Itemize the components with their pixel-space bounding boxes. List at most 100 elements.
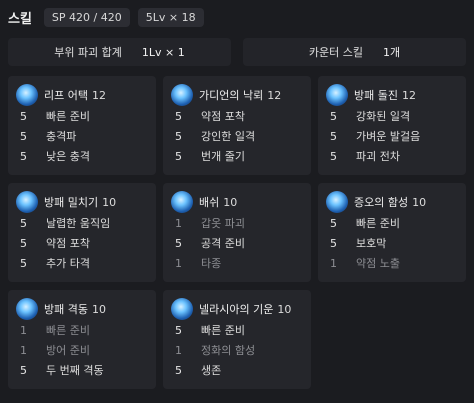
tripod-level: 5 <box>175 236 182 250</box>
tripod-name: 방어 준비 <box>46 344 90 357</box>
tripod-option: 5 약점 포착 <box>175 108 245 124</box>
skill-name-text: 리프 어택 <box>44 89 88 102</box>
skill-icon <box>16 84 38 106</box>
tripod-option: 1 약점 노출 <box>330 255 400 271</box>
skill-name: 넬라시아의 기운 10 <box>199 301 291 317</box>
tripod-level: 1 <box>175 256 182 270</box>
tripod-name: 타종 <box>201 257 222 270</box>
skill-level: 12 <box>267 89 282 102</box>
tripod-name: 낮은 충격 <box>46 150 90 163</box>
tripod-option: 5 공격 준비 <box>175 235 245 251</box>
skill-name-text: 배쉬 <box>199 196 220 209</box>
tripod-level: 5 <box>20 256 27 270</box>
tripod-level: 5 <box>20 129 27 143</box>
tripod-level: 5 <box>175 109 182 123</box>
tripod-name: 공격 준비 <box>201 237 245 250</box>
tripod-level: 1 <box>175 216 182 230</box>
skill-name-text: 방패 돌진 <box>354 89 398 102</box>
tripod-name: 빠른 준비 <box>46 110 90 123</box>
tripod-option: 5 충격파 <box>20 128 76 144</box>
tripod-level: 5 <box>175 323 182 337</box>
tripod-option: 5 빠른 준비 <box>175 322 245 338</box>
tripod-name: 날렵한 움직임 <box>46 217 111 230</box>
tripod-level: 1 <box>330 256 337 270</box>
skill-icon <box>326 191 348 213</box>
tripod-option: 1 방어 준비 <box>20 342 90 358</box>
skill-icon <box>16 298 38 320</box>
skill-name: 가디언의 낙뢰 12 <box>199 87 281 103</box>
tripod-name: 빠른 준비 <box>201 324 245 337</box>
skill-level: 12 <box>401 89 416 102</box>
tripod-name: 생존 <box>201 364 222 377</box>
skill-card[interactable]: 증오의 함성 10 5 빠른 준비 5 보호막 1 약점 노출 <box>318 183 466 282</box>
counter-skill-summary: 카운터 스킬 1개 <box>243 38 466 66</box>
skill-card[interactable]: 리프 어택 12 5 빠른 준비 5 충격파 5 낮은 충격 <box>8 76 156 175</box>
skill-name: 방패 돌진 12 <box>354 87 416 103</box>
tripod-name: 보호막 <box>356 237 387 250</box>
part-break-label: 부위 파괴 합계 <box>54 46 122 59</box>
tripod-name: 약점 노출 <box>356 257 400 270</box>
skill-name-text: 넬라시아의 기운 <box>199 303 274 316</box>
tripod-name: 약점 포착 <box>46 237 90 250</box>
part-break-value: 1Lv × 1 <box>141 45 185 59</box>
counter-skill-label: 카운터 스킬 <box>308 46 363 59</box>
skill-card[interactable]: 방패 돌진 12 5 강화된 일격 5 가벼운 발걸음 5 파괴 전차 <box>318 76 466 175</box>
tripod-level: 5 <box>20 149 27 163</box>
tripod-name: 빠른 준비 <box>46 324 90 337</box>
tripod-level: 5 <box>330 149 337 163</box>
sp-badge: SP 420 / 420 <box>43 7 130 27</box>
skill-card[interactable]: 방패 격동 10 1 빠른 준비 1 방어 준비 5 두 번째 격동 <box>8 290 156 389</box>
tripod-option: 5 날렵한 움직임 <box>20 215 110 231</box>
skill-name: 증오의 함성 10 <box>354 194 426 210</box>
tripod-option: 5 약점 포착 <box>20 235 90 251</box>
skill-name-text: 가디언의 낙뢰 <box>199 89 264 102</box>
tripod-name: 추가 타격 <box>46 257 90 270</box>
skill-card[interactable]: 가디언의 낙뢰 12 5 약점 포착 5 강인한 일격 5 번개 줄기 <box>163 76 311 175</box>
tripod-name: 약점 포착 <box>201 110 245 123</box>
tripod-name: 파괴 전차 <box>356 150 400 163</box>
tripod-level: 1 <box>20 343 27 357</box>
tripod-option: 5 번개 줄기 <box>175 148 245 164</box>
skill-icon <box>16 191 38 213</box>
tripod-option: 5 생존 <box>175 362 221 378</box>
skill-name-text: 증오의 함성 <box>354 196 409 209</box>
tripod-level: 5 <box>330 216 337 230</box>
skill-icon <box>171 298 193 320</box>
skill-level: 10 <box>223 196 238 209</box>
skill-level: 10 <box>102 196 117 209</box>
tripod-name: 강인한 일격 <box>201 130 256 143</box>
tripod-level: 5 <box>175 149 182 163</box>
skill-card[interactable]: 넬라시아의 기운 10 5 빠른 준비 1 정화의 함성 5 생존 <box>163 290 311 389</box>
skill-icon <box>171 191 193 213</box>
tripod-name: 충격파 <box>46 130 77 143</box>
tripod-level: 5 <box>330 109 337 123</box>
tripod-option: 1 빠른 준비 <box>20 322 90 338</box>
skill-card[interactable]: 배쉬 10 1 갑옷 파괴 5 공격 준비 1 타종 <box>163 183 311 282</box>
skill-name: 리프 어택 12 <box>44 87 106 103</box>
tripod-level: 5 <box>175 129 182 143</box>
skill-header: 스킬 SP 420 / 420 5Lv × 18 <box>6 5 212 29</box>
level-badge: 5Lv × 18 <box>137 7 204 27</box>
part-break-summary: 부위 파괴 합계 1Lv × 1 <box>8 38 231 66</box>
tripod-option: 5 낮은 충격 <box>20 148 90 164</box>
skill-level: 10 <box>277 303 292 316</box>
tripod-option: 1 정화의 함성 <box>175 342 255 358</box>
tripod-option: 5 가벼운 발걸음 <box>330 128 420 144</box>
tripod-option: 5 강인한 일격 <box>175 128 255 144</box>
tripod-name: 강화된 일격 <box>356 110 411 123</box>
skill-level: 12 <box>91 89 106 102</box>
page-title: 스킬 <box>8 11 32 27</box>
skill-card[interactable]: 방패 밀치기 10 5 날렵한 움직임 5 약점 포착 5 추가 타격 <box>8 183 156 282</box>
tripod-option: 1 타종 <box>175 255 221 271</box>
tripod-level: 5 <box>20 109 27 123</box>
skill-name-text: 방패 밀치기 <box>44 196 99 209</box>
tripod-level: 1 <box>20 323 27 337</box>
tripod-option: 5 강화된 일격 <box>330 108 410 124</box>
skill-icon <box>326 84 348 106</box>
tripod-option: 5 빠른 준비 <box>330 215 400 231</box>
skill-name: 방패 밀치기 10 <box>44 194 116 210</box>
tripod-option: 5 추가 타격 <box>20 255 90 271</box>
skill-level: 10 <box>412 196 427 209</box>
tripod-level: 5 <box>330 129 337 143</box>
tripod-option: 5 두 번째 격동 <box>20 362 104 378</box>
